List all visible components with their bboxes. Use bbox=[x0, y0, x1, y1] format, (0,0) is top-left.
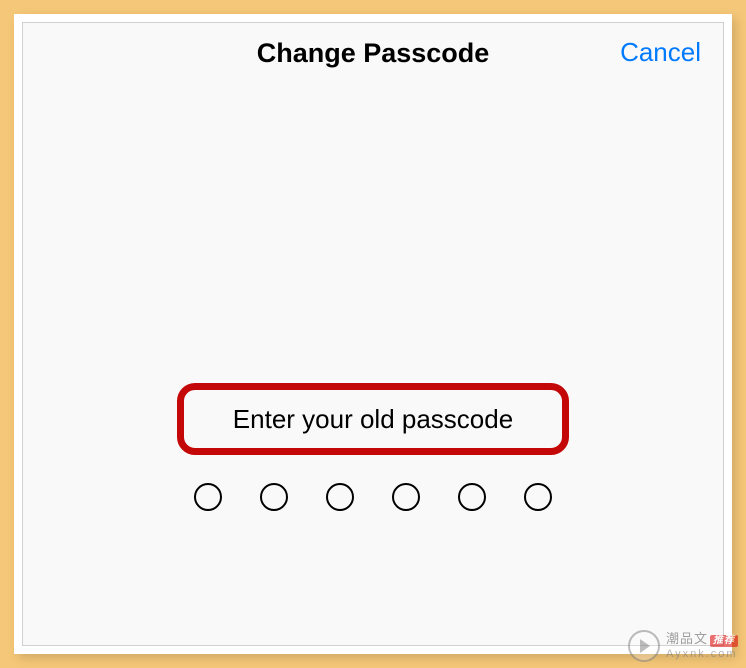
passcode-dot bbox=[524, 483, 552, 511]
watermark: 潮品文推荐 Ayxnk.com bbox=[628, 630, 738, 662]
passcode-panel: Change Passcode Cancel Enter your old pa… bbox=[22, 22, 724, 646]
watermark-brand: 潮品文 bbox=[666, 631, 708, 646]
watermark-text: 潮品文推荐 Ayxnk.com bbox=[666, 632, 738, 660]
passcode-dot bbox=[260, 483, 288, 511]
header: Change Passcode Cancel bbox=[23, 23, 723, 83]
prompt-highlight-box: Enter your old passcode bbox=[177, 383, 569, 455]
prompt-text: Enter your old passcode bbox=[233, 404, 513, 435]
passcode-dot bbox=[326, 483, 354, 511]
page-title: Change Passcode bbox=[257, 38, 490, 69]
play-icon bbox=[628, 630, 660, 662]
content-area: Enter your old passcode bbox=[23, 83, 723, 645]
cancel-button[interactable]: Cancel bbox=[620, 37, 701, 68]
watermark-domain: Ayxnk.com bbox=[666, 649, 738, 660]
passcode-dot bbox=[194, 483, 222, 511]
passcode-dots[interactable] bbox=[194, 483, 552, 511]
passcode-dot bbox=[392, 483, 420, 511]
passcode-dot bbox=[458, 483, 486, 511]
watermark-tag: 推荐 bbox=[710, 635, 738, 647]
